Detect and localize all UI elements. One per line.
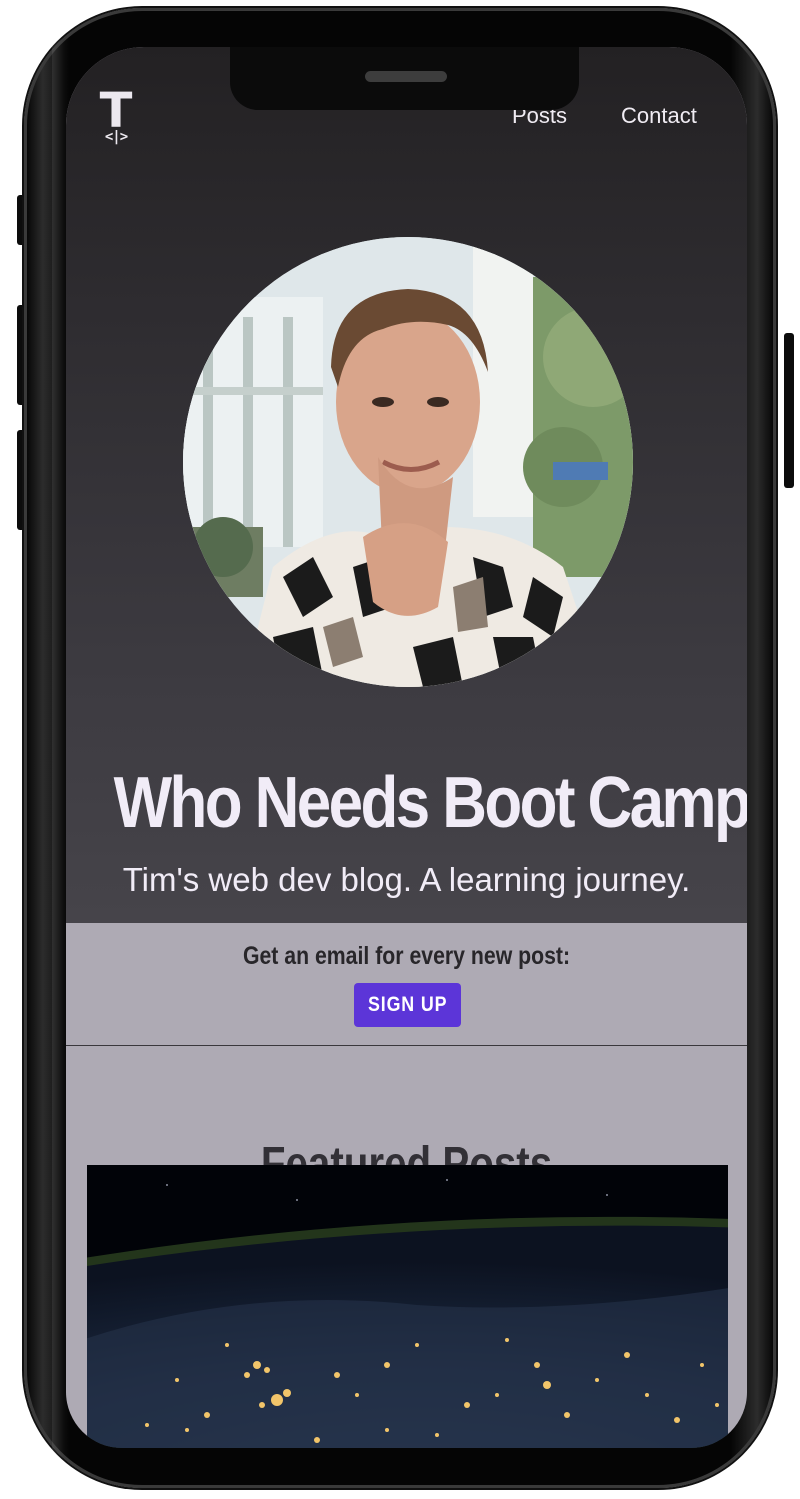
logo-code-brackets: <|> xyxy=(104,129,128,145)
sign-up-label: SIGN UP xyxy=(367,993,448,1016)
frame-highlight xyxy=(52,38,64,1478)
profile-photo xyxy=(183,237,633,687)
speaker-grille xyxy=(365,71,447,82)
site-logo[interactable]: T <|> xyxy=(92,83,140,149)
phone-notch xyxy=(230,47,579,110)
featured-post-image[interactable] xyxy=(87,1165,728,1448)
hero-title: Who Needs Boot Camp? xyxy=(113,763,747,844)
sign-up-button[interactable]: SIGN UP xyxy=(354,983,461,1027)
subscribe-prompt: Get an email for every new post: xyxy=(242,942,571,970)
phone-screen: T <|> Posts Contact Who Needs Boot Camp?… xyxy=(66,47,747,1448)
hero-section: T <|> Posts Contact Who Needs Boot Camp?… xyxy=(66,47,747,923)
power-button xyxy=(784,333,794,488)
subscribe-banner: Get an email for every new post: SIGN UP xyxy=(66,923,747,1046)
profile-photo-illustration xyxy=(183,237,633,687)
hero-subtitle: Tim's web dev blog. A learning journey. xyxy=(122,861,691,898)
nav-link-contact[interactable]: Contact xyxy=(621,103,697,129)
earth-at-night-image xyxy=(87,1165,728,1448)
